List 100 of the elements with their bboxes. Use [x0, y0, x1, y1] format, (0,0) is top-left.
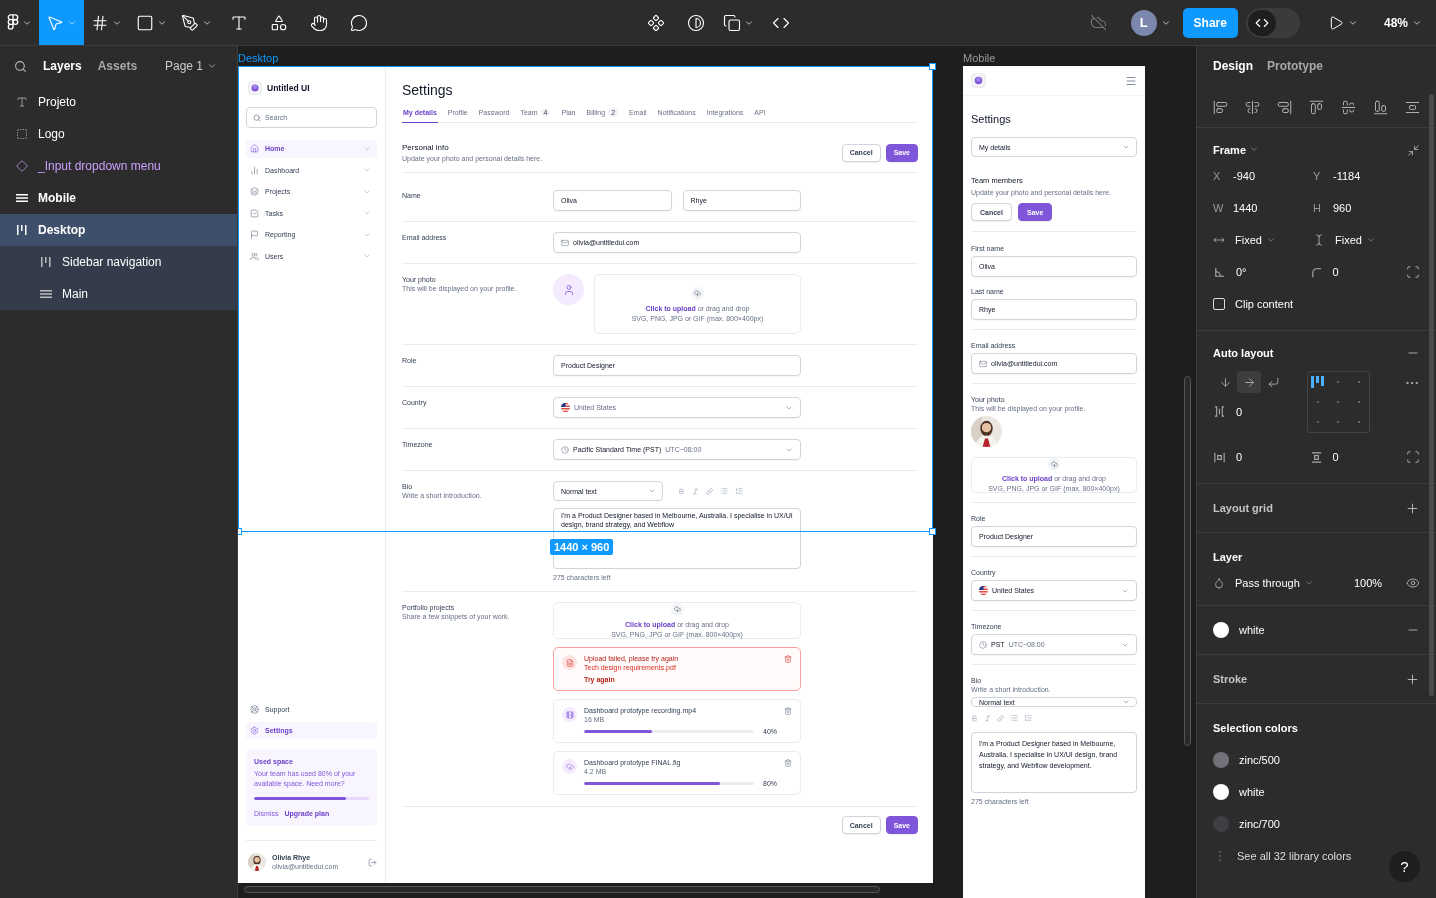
caret-icon	[1303, 578, 1314, 588]
alignment-grid[interactable]	[1307, 371, 1370, 433]
sizing-select[interactable]: Fixed	[1335, 234, 1376, 246]
panel-tab[interactable]: Layers	[43, 59, 82, 73]
align-bottom-icon	[1373, 100, 1388, 115]
trash-icon	[784, 655, 792, 663]
color-swatch[interactable]	[1213, 784, 1229, 800]
arrow-down-icon	[1218, 375, 1232, 389]
number-field[interactable]: 0	[1236, 451, 1243, 463]
number-field[interactable]: 0°	[1236, 266, 1247, 278]
padding-mode-icon	[1406, 450, 1420, 464]
number-field[interactable]: 960	[1333, 202, 1352, 214]
number-field[interactable]: -940	[1233, 170, 1256, 182]
frame-label[interactable]: Mobile	[963, 52, 996, 64]
frame-label[interactable]: Desktop	[238, 52, 279, 64]
film-icon	[565, 710, 574, 719]
color-name: white	[1239, 786, 1265, 798]
settings-icon	[250, 726, 259, 736]
layer-item[interactable]: Sidebar navigation	[0, 246, 237, 278]
scrollbar[interactable]	[1429, 94, 1434, 696]
file-icon	[565, 658, 574, 667]
layer-item[interactable]: Desktop	[0, 214, 237, 246]
columns-icon	[16, 224, 28, 236]
section-title: Frame	[1213, 144, 1260, 156]
numbered-list-icon	[1024, 714, 1032, 722]
section-title: Auto layout	[1213, 347, 1274, 359]
bold-icon	[971, 714, 978, 722]
height-icon	[1313, 234, 1325, 246]
layer-item[interactable]: _Input dropdown menu	[0, 150, 237, 182]
account-button[interactable]: L	[1126, 9, 1175, 36]
sizing-select[interactable]: Fixed	[1235, 234, 1276, 246]
layer-item[interactable]: Mobile	[0, 182, 237, 214]
user-icon	[562, 283, 575, 296]
search-icon	[14, 59, 27, 73]
italic-icon	[692, 487, 699, 495]
scrollbar[interactable]	[1184, 376, 1191, 746]
number-field[interactable]: -1184	[1333, 170, 1361, 182]
lifebuoy-icon	[250, 704, 259, 714]
opacity-field[interactable]: 100%	[1354, 577, 1383, 589]
collapse-icon	[1407, 143, 1420, 157]
search-icon	[253, 113, 261, 122]
panel-tab[interactable]: Design	[1213, 59, 1253, 73]
frame-icon	[91, 13, 109, 32]
field-label: W	[1213, 202, 1223, 214]
diamond-icon	[16, 160, 28, 172]
number-field[interactable]: 1440	[1233, 202, 1258, 214]
resize-handle[interactable]	[929, 63, 936, 70]
caret-icon	[1122, 143, 1130, 151]
field-label: Y	[1313, 170, 1322, 182]
mail-icon	[561, 238, 569, 247]
contrast-icon	[686, 13, 705, 32]
number-field[interactable]: 0	[1332, 266, 1339, 278]
section-title: Selection colors	[1213, 722, 1298, 734]
layer-item[interactable]: Projeto	[0, 86, 237, 118]
rows-icon	[40, 288, 52, 300]
columns-icon	[40, 256, 52, 268]
clock-icon	[561, 445, 569, 454]
checkbox-icon	[250, 208, 259, 218]
caret-icon	[207, 61, 217, 71]
color-swatch[interactable]	[1213, 622, 1229, 638]
italic-icon	[984, 714, 991, 722]
panel-tab[interactable]: Assets	[97, 59, 138, 73]
help-button[interactable]: ?	[1389, 851, 1420, 882]
plus-icon	[1405, 671, 1420, 687]
direction-button[interactable]	[1237, 371, 1261, 393]
panel-tab[interactable]: Prototype	[1267, 59, 1324, 73]
resize-handle[interactable]	[929, 528, 936, 535]
clock-icon	[979, 640, 987, 649]
checkbox[interactable]	[1213, 298, 1225, 310]
blend-select[interactable]: Pass through	[1235, 577, 1314, 589]
layer-item[interactable]: Main	[0, 278, 237, 310]
users-icon	[250, 251, 259, 261]
text-icon	[230, 13, 248, 32]
comment-icon	[350, 13, 368, 32]
section-title: Personal info	[402, 143, 450, 152]
scrollbar[interactable]	[244, 886, 880, 893]
alignment-marker-icon	[1310, 375, 1327, 389]
logo-icon	[971, 73, 986, 88]
bullet-list-icon	[720, 487, 728, 495]
number-field[interactable]: 0	[1332, 451, 1339, 463]
upload-cloud-icon	[694, 289, 701, 297]
corner-icon	[1309, 265, 1323, 279]
color-name: zinc/700	[1239, 818, 1280, 830]
flag-icon	[250, 230, 259, 240]
color-swatch[interactable]	[1213, 752, 1229, 768]
padding-icon	[1213, 450, 1226, 464]
dev-mode-toggle[interactable]	[1245, 7, 1300, 38]
dashed-square-icon	[16, 128, 28, 140]
flag-icon	[561, 403, 570, 412]
layer-item[interactable]: Logo	[0, 118, 237, 150]
page-select[interactable]: Page 1	[158, 58, 223, 74]
arrow-right-icon	[1242, 375, 1256, 389]
copy-icon	[722, 13, 741, 32]
cloud-off-icon	[1089, 14, 1107, 31]
color-swatch[interactable]	[1213, 816, 1229, 832]
number-field[interactable]: 0	[1236, 405, 1243, 418]
link-icon	[706, 487, 713, 495]
zoom-button[interactable]: 48%	[1379, 15, 1426, 30]
pointer-icon	[46, 13, 64, 32]
library-colors-link[interactable]: See all 32 library colors	[1237, 850, 1352, 862]
